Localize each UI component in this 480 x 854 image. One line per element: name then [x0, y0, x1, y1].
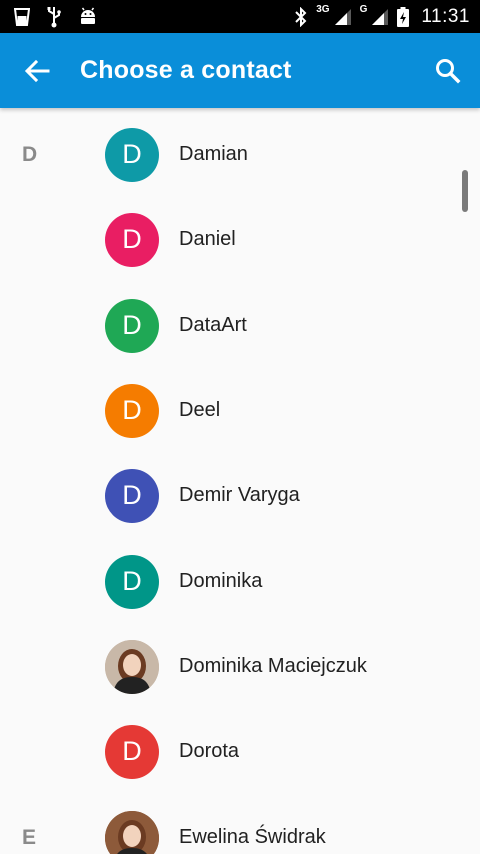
contact-list-item[interactable]: D Dorota: [0, 709, 480, 794]
avatar: D: [105, 298, 159, 353]
avatar-initial: D: [122, 480, 142, 510]
avatar-initial: D: [122, 395, 142, 425]
app-bar: Choose a contact: [0, 33, 480, 108]
contact-name: Deel: [179, 399, 221, 421]
avatar-initial: D: [122, 224, 142, 254]
contact-name: Dominika Maciejczuk: [179, 655, 367, 677]
bluetooth-icon: [294, 6, 308, 27]
status-bar: 3G G 11:31: [0, 0, 480, 33]
clock: 11:31: [421, 5, 470, 27]
avatar: D: [105, 212, 159, 267]
avatar-initial: D: [122, 566, 142, 596]
avatar: D: [105, 383, 159, 438]
battery-charging-icon: [397, 6, 410, 27]
section-header-letter: E: [22, 825, 37, 849]
contact-name: DataArt: [179, 314, 247, 336]
avatar-initial: D: [122, 139, 142, 169]
contact-list-item[interactable]: Dominika Maciejczuk: [0, 624, 480, 709]
contact-name: Demir Varyga: [179, 484, 300, 506]
network-type-label: G: [359, 4, 368, 15]
avatar: D: [105, 127, 159, 182]
avatar-initial: D: [122, 736, 142, 766]
contact-photo: [105, 639, 159, 694]
signal-icon: [334, 8, 352, 26]
network-type-label: 3G: [316, 4, 330, 15]
search-button[interactable]: [418, 33, 478, 108]
contact-name: Damian: [179, 143, 248, 165]
arrow-back-icon: [24, 59, 50, 82]
glass-icon: [14, 7, 30, 27]
contact-name: Ewelina Świdrak: [179, 826, 326, 848]
contact-list-item[interactable]: D Deel: [0, 368, 480, 453]
page-title: Choose a contact: [80, 56, 292, 84]
contact-name: Dorota: [179, 740, 240, 762]
contact-name: Dominika: [179, 570, 263, 592]
contact-list-item[interactable]: E Ewelina Świdrak: [0, 795, 480, 854]
contact-name: Daniel: [179, 228, 236, 250]
contact-list-item[interactable]: D Demir Varyga: [0, 453, 480, 538]
contact-list-item[interactable]: D DataArt: [0, 283, 480, 368]
contact-list-item[interactable]: D Dominika: [0, 539, 480, 624]
scrollbar[interactable]: [462, 170, 468, 212]
contact-list-item[interactable]: D D Damian: [0, 112, 480, 197]
avatar: D: [105, 554, 159, 609]
android-icon: [78, 7, 98, 27]
signal-icon: [371, 8, 389, 26]
search-icon: [436, 58, 461, 83]
contact-list[interactable]: D D Damian D Daniel D DataArt D Deel D Demir Varyg…: [0, 108, 480, 854]
back-button[interactable]: [0, 33, 70, 108]
contact-list-item[interactable]: D Daniel: [0, 197, 480, 282]
avatar: D: [105, 468, 159, 523]
usb-icon: [46, 6, 62, 28]
avatar-initial: D: [122, 310, 142, 340]
avatar: D: [105, 724, 159, 779]
section-header-letter: D: [22, 142, 38, 166]
contact-photo: [105, 810, 159, 854]
